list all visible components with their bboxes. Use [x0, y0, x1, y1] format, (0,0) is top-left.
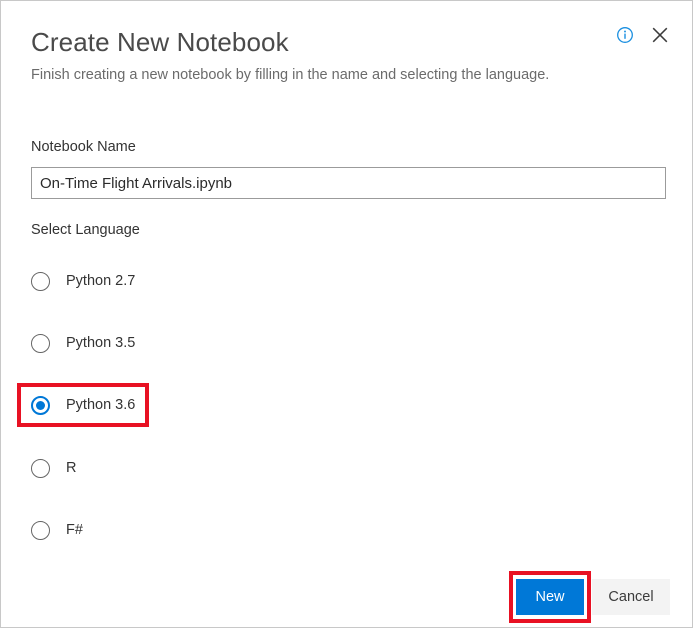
new-button[interactable]: New	[516, 579, 584, 615]
radio-mark-icon	[31, 272, 50, 291]
close-icon[interactable]	[650, 25, 670, 45]
radio-mark-selected-icon	[31, 396, 50, 415]
radio-label: Python 3.5	[66, 335, 135, 351]
radio-mark-icon	[31, 521, 50, 540]
radio-label: F#	[66, 522, 83, 538]
dialog-footer: New Cancel	[1, 579, 694, 617]
page-subtitle: Finish creating a new notebook by fillin…	[31, 67, 549, 83]
radio-option-python-3-6[interactable]: Python 3.6	[31, 394, 135, 416]
radio-label: Python 2.7	[66, 273, 135, 289]
create-new-notebook-dialog: Create New Notebook Finish creating a ne…	[0, 0, 693, 628]
radio-option-python-3-5[interactable]: Python 3.5	[31, 332, 135, 354]
radio-option-r[interactable]: R	[31, 457, 76, 479]
radio-label: R	[66, 460, 76, 476]
radio-mark-icon	[31, 459, 50, 478]
info-circle-icon[interactable]	[616, 26, 634, 44]
radio-label: Python 3.6	[66, 397, 135, 413]
cancel-button[interactable]: Cancel	[592, 579, 670, 615]
radio-option-fsharp[interactable]: F#	[31, 519, 83, 541]
radio-option-python-2-7[interactable]: Python 2.7	[31, 270, 135, 292]
notebook-name-input[interactable]	[31, 167, 666, 199]
radio-mark-icon	[31, 334, 50, 353]
select-language-label: Select Language	[31, 222, 140, 238]
page-title: Create New Notebook	[31, 27, 289, 58]
notebook-name-label: Notebook Name	[31, 139, 136, 155]
dialog-header-actions	[616, 25, 670, 45]
